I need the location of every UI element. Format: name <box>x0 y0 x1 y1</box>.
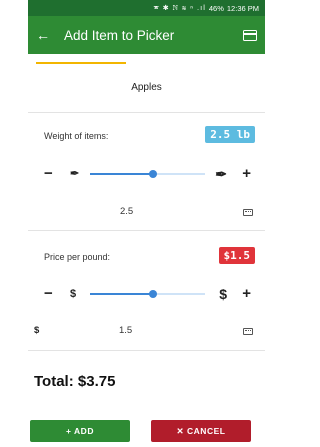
weight-label: Weight of items: <box>44 131 109 141</box>
price-label: Price per pound: <box>44 252 111 262</box>
weight-slider-thumb[interactable] <box>149 170 158 178</box>
dollar-small-icon: $ <box>70 288 77 300</box>
total-amount: Total: $3.75 <box>34 373 116 390</box>
pen-small-icon: ✒ <box>70 168 80 180</box>
weight-plus-button[interactable]: + <box>242 165 251 183</box>
keyboard-icon[interactable] <box>243 209 253 216</box>
weight-control-row: − ✒ ✒ + <box>40 165 255 183</box>
divider <box>28 350 265 351</box>
phone-screen: 🕿 ✱ ℕ ≋ ⁿ .ıl 46% 12:36 PM ← Add Item to… <box>28 0 265 447</box>
menu-icon[interactable] <box>243 29 257 41</box>
page-title: Add Item to Picker <box>64 27 175 43</box>
price-plus-button[interactable]: + <box>242 285 251 303</box>
dollar-large-icon: $ <box>219 286 227 302</box>
add-button-label: + ADD <box>66 426 94 436</box>
tab-indicator <box>36 62 126 64</box>
currency-symbol: $ <box>34 325 40 336</box>
price-slider-thumb[interactable] <box>149 290 158 298</box>
status-bar: 🕿 ✱ ℕ ≋ ⁿ .ıl 46% 12:36 PM <box>28 0 265 16</box>
weight-slider[interactable] <box>90 170 205 178</box>
app-bar: ← Add Item to Picker <box>28 16 265 54</box>
price-minus-button[interactable]: − <box>44 285 53 303</box>
weight-badge: 2.5 lb <box>205 126 255 143</box>
battery-level: 46% <box>208 3 224 13</box>
add-button[interactable]: + ADD <box>30 420 130 442</box>
price-value-field[interactable]: 1.5 <box>119 325 132 336</box>
status-icons: 🕿 ✱ ℕ ≋ ⁿ .ıl <box>153 3 206 12</box>
weight-value-field[interactable]: 2.5 <box>120 206 133 217</box>
weight-slider-fill <box>90 173 154 175</box>
price-slider[interactable] <box>90 290 205 298</box>
divider <box>28 112 265 113</box>
price-control-row: − $ $ + <box>40 285 255 303</box>
weight-minus-button[interactable]: − <box>44 165 53 183</box>
divider <box>28 230 265 231</box>
keyboard-icon[interactable] <box>243 328 253 335</box>
cancel-button[interactable]: ✕ CANCEL <box>151 420 251 442</box>
pen-large-icon: ✒ <box>215 166 227 182</box>
cancel-button-label: ✕ CANCEL <box>176 425 226 436</box>
product-name: Apples <box>131 82 162 93</box>
back-arrow-icon[interactable]: ← <box>36 27 60 43</box>
status-time: 12:36 PM <box>226 3 259 13</box>
price-slider-fill <box>90 293 154 295</box>
price-badge: $1.5 <box>218 247 255 264</box>
